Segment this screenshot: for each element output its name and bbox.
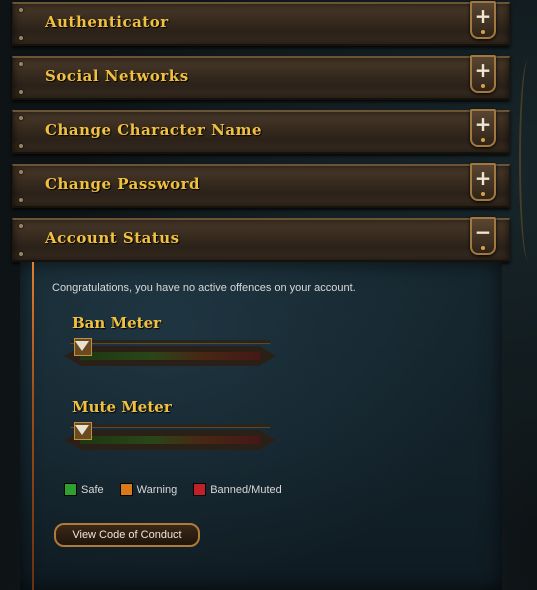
legend-swatch xyxy=(119,483,133,496)
section-change-character-name[interactable]: Change Character Name + xyxy=(12,109,510,154)
dot-icon xyxy=(481,246,485,250)
expand-toggle-button[interactable]: + xyxy=(470,163,496,201)
dot-icon xyxy=(481,30,485,34)
rivet-icon xyxy=(19,170,23,174)
dot-icon xyxy=(481,84,485,88)
ban-meter-fill xyxy=(80,352,260,360)
section-title: Account Status xyxy=(45,229,180,247)
legend-swatch xyxy=(193,483,207,496)
panel-accent-line xyxy=(32,262,34,590)
section-account-status[interactable]: Account Status − xyxy=(12,217,510,262)
expand-toggle-button[interactable]: + xyxy=(470,1,496,39)
mute-meter-fill xyxy=(80,436,260,444)
legend-item-banned-muted: Banned/Muted xyxy=(193,483,282,496)
section-title: Change Character Name xyxy=(45,121,262,139)
plus-icon: + xyxy=(474,4,492,28)
section-authenticator[interactable]: Authenticator + xyxy=(12,1,510,46)
rivet-icon xyxy=(19,62,23,66)
dot-icon xyxy=(481,192,485,196)
expand-toggle-button[interactable]: + xyxy=(470,55,496,93)
dot-icon xyxy=(481,138,485,142)
rivet-icon xyxy=(19,116,23,120)
rivet-icon xyxy=(19,198,23,202)
rivet-icon xyxy=(19,144,23,148)
rivet-icon xyxy=(19,252,23,256)
collapse-toggle-button[interactable]: − xyxy=(470,217,496,255)
view-code-of-conduct-button[interactable]: View Code of Conduct xyxy=(54,523,200,547)
plus-icon: + xyxy=(474,166,492,190)
minus-icon: − xyxy=(474,220,492,244)
mute-meter xyxy=(64,422,276,450)
rivet-icon xyxy=(19,90,23,94)
ban-meter xyxy=(64,338,276,366)
expand-toggle-button[interactable]: + xyxy=(470,109,496,147)
legend-item-safe: Safe xyxy=(64,483,104,496)
section-social-networks[interactable]: Social Networks + xyxy=(12,55,510,100)
plus-icon: + xyxy=(474,112,492,136)
rivet-icon xyxy=(19,224,23,228)
ban-meter-label: Ban Meter xyxy=(72,314,162,332)
ban-meter-marker-icon xyxy=(75,341,89,351)
mute-meter-marker-icon xyxy=(75,425,89,435)
section-change-password[interactable]: Change Password + xyxy=(12,163,510,208)
section-title: Authenticator xyxy=(45,13,169,31)
plus-icon: + xyxy=(474,58,492,82)
status-message: Congratulations, you have no active offe… xyxy=(52,282,356,294)
rivet-icon xyxy=(19,8,23,12)
legend-swatch xyxy=(64,483,77,496)
legend-item-warning: Warning xyxy=(119,483,177,496)
mute-meter-label: Mute Meter xyxy=(72,398,172,416)
meter-legend: Safe Warning Banned/Muted xyxy=(64,483,298,496)
rivet-icon xyxy=(19,36,23,40)
section-title: Change Password xyxy=(45,175,201,193)
decorative-ornament xyxy=(519,60,537,260)
section-title: Social Networks xyxy=(45,67,189,85)
